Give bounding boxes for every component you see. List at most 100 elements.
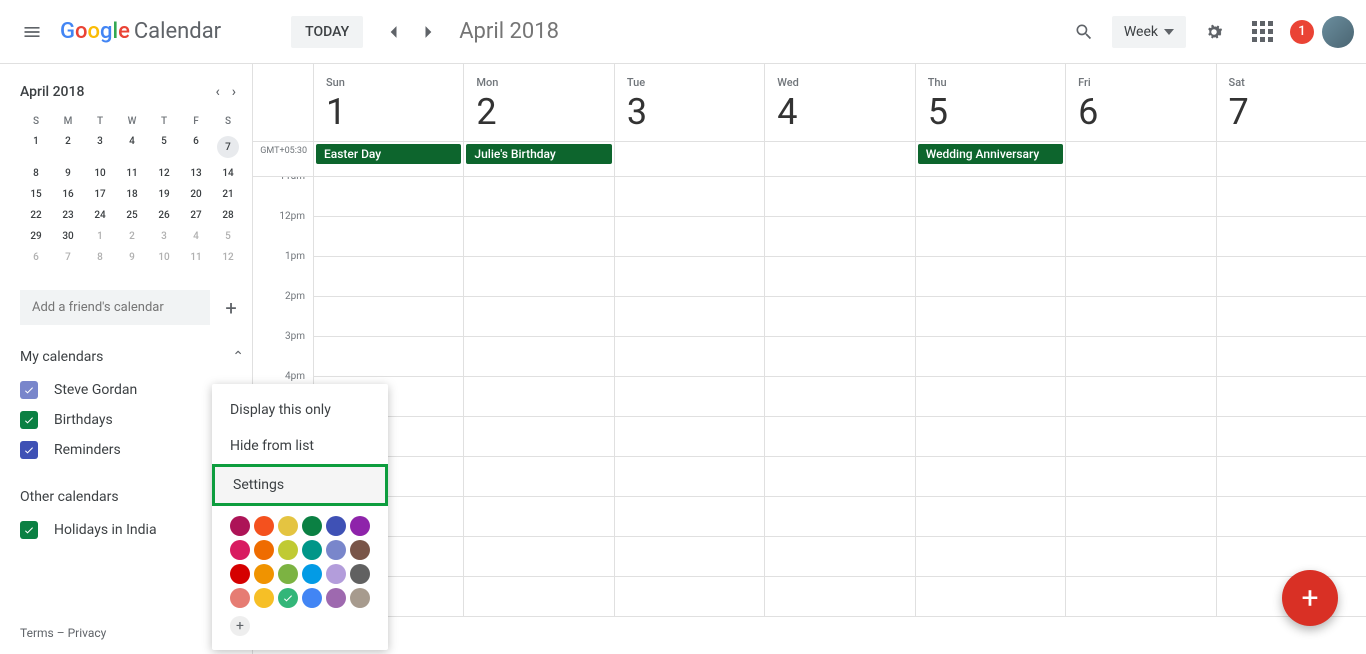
- time-cell[interactable]: [313, 257, 463, 297]
- time-cell[interactable]: [1216, 537, 1366, 577]
- time-cell[interactable]: [463, 177, 613, 217]
- mini-day[interactable]: 2: [116, 226, 148, 247]
- view-selector[interactable]: Week: [1112, 16, 1186, 48]
- mini-day[interactable]: 7: [212, 131, 244, 163]
- day-column-header[interactable]: Mon2: [463, 64, 613, 141]
- event-chip[interactable]: Wedding Anniversary: [918, 144, 1063, 164]
- mini-day[interactable]: 13: [180, 163, 212, 184]
- color-swatch[interactable]: [230, 540, 250, 560]
- time-cell[interactable]: [764, 337, 914, 377]
- calendar-checkbox[interactable]: [20, 521, 38, 539]
- allday-cell[interactable]: Wedding Anniversary: [915, 142, 1065, 176]
- color-swatch[interactable]: [350, 588, 370, 608]
- add-friend-calendar-input[interactable]: [20, 290, 210, 325]
- mini-day[interactable]: 25: [116, 205, 148, 226]
- color-swatch[interactable]: [350, 516, 370, 536]
- mini-day[interactable]: 7: [52, 247, 84, 268]
- mini-day[interactable]: 9: [116, 247, 148, 268]
- time-cell[interactable]: [1216, 217, 1366, 257]
- day-column-header[interactable]: Thu5: [915, 64, 1065, 141]
- mini-day[interactable]: 28: [212, 205, 244, 226]
- allday-cell[interactable]: Easter Day: [313, 142, 463, 176]
- color-swatch[interactable]: [230, 588, 250, 608]
- time-cell[interactable]: [463, 537, 613, 577]
- context-menu-item[interactable]: Settings: [212, 464, 388, 506]
- next-week-button[interactable]: [411, 14, 447, 50]
- time-cell[interactable]: [313, 177, 463, 217]
- time-cell[interactable]: [1065, 377, 1215, 417]
- time-cell[interactable]: [1065, 257, 1215, 297]
- mini-day[interactable]: 6: [180, 131, 212, 163]
- mini-day[interactable]: 4: [116, 131, 148, 163]
- time-cell[interactable]: [463, 457, 613, 497]
- time-cell[interactable]: [463, 497, 613, 537]
- time-cell[interactable]: [764, 297, 914, 337]
- allday-cell[interactable]: [764, 142, 914, 176]
- mini-day[interactable]: 3: [148, 226, 180, 247]
- time-cell[interactable]: [764, 497, 914, 537]
- time-cell[interactable]: [1216, 417, 1366, 457]
- prev-week-button[interactable]: [375, 14, 411, 50]
- color-swatch[interactable]: [350, 564, 370, 584]
- day-column-header[interactable]: Sat7: [1216, 64, 1366, 141]
- mini-day[interactable]: 12: [148, 163, 180, 184]
- mini-day[interactable]: 17: [84, 184, 116, 205]
- calendar-list-item[interactable]: Holidays in India: [20, 515, 244, 545]
- time-cell[interactable]: [614, 177, 764, 217]
- user-avatar[interactable]: [1322, 16, 1354, 48]
- time-cell[interactable]: [1065, 417, 1215, 457]
- time-cell[interactable]: [614, 577, 764, 617]
- create-event-fab[interactable]: +: [1282, 570, 1338, 626]
- time-cell[interactable]: [764, 217, 914, 257]
- time-cell[interactable]: [764, 537, 914, 577]
- time-cell[interactable]: [915, 457, 1065, 497]
- mini-calendar[interactable]: SMTWTFS123456789101112131415161718192021…: [20, 112, 244, 268]
- time-cell[interactable]: [614, 257, 764, 297]
- mini-next-month[interactable]: ›: [228, 80, 240, 104]
- mini-day[interactable]: 30: [52, 226, 84, 247]
- time-cell[interactable]: [1216, 257, 1366, 297]
- color-swatch[interactable]: [350, 540, 370, 560]
- color-swatch[interactable]: [254, 516, 274, 536]
- mini-day[interactable]: 18: [116, 184, 148, 205]
- time-cell[interactable]: [915, 297, 1065, 337]
- mini-day[interactable]: 24: [84, 205, 116, 226]
- time-cell[interactable]: [1216, 297, 1366, 337]
- time-cell[interactable]: [1065, 177, 1215, 217]
- time-cell[interactable]: [764, 177, 914, 217]
- color-swatch[interactable]: [326, 588, 346, 608]
- time-cell[interactable]: [1065, 337, 1215, 377]
- add-calendar-button[interactable]: +: [218, 292, 244, 324]
- time-cell[interactable]: [764, 377, 914, 417]
- time-cell[interactable]: [1216, 457, 1366, 497]
- my-calendars-header[interactable]: My calendars ⌃: [20, 349, 244, 365]
- mini-day[interactable]: 16: [52, 184, 84, 205]
- time-cell[interactable]: [313, 297, 463, 337]
- color-swatch[interactable]: [302, 516, 322, 536]
- time-cell[interactable]: [1216, 497, 1366, 537]
- other-calendars-header[interactable]: Other calendars ⌃: [20, 489, 244, 505]
- time-cell[interactable]: [463, 337, 613, 377]
- color-swatch[interactable]: [254, 564, 274, 584]
- time-cell[interactable]: [1065, 217, 1215, 257]
- time-cell[interactable]: [915, 417, 1065, 457]
- time-cell[interactable]: [614, 337, 764, 377]
- color-swatch[interactable]: [230, 564, 250, 584]
- time-cell[interactable]: [614, 297, 764, 337]
- time-cell[interactable]: [313, 217, 463, 257]
- time-cell[interactable]: [1216, 377, 1366, 417]
- day-column-header[interactable]: Wed4: [764, 64, 914, 141]
- event-chip[interactable]: Easter Day: [316, 144, 461, 164]
- mini-day[interactable]: 1: [20, 131, 52, 163]
- time-cell[interactable]: [1065, 457, 1215, 497]
- time-cell[interactable]: [764, 417, 914, 457]
- time-cell[interactable]: [1216, 177, 1366, 217]
- event-chip[interactable]: Julie's Birthday: [466, 144, 611, 164]
- mini-day[interactable]: 5: [148, 131, 180, 163]
- color-swatch[interactable]: [302, 564, 322, 584]
- day-column-header[interactable]: Sun1: [313, 64, 463, 141]
- calendar-list-item[interactable]: Birthdays✕: [20, 405, 244, 435]
- time-cell[interactable]: [614, 377, 764, 417]
- color-swatch[interactable]: [326, 516, 346, 536]
- mini-day[interactable]: 2: [52, 131, 84, 163]
